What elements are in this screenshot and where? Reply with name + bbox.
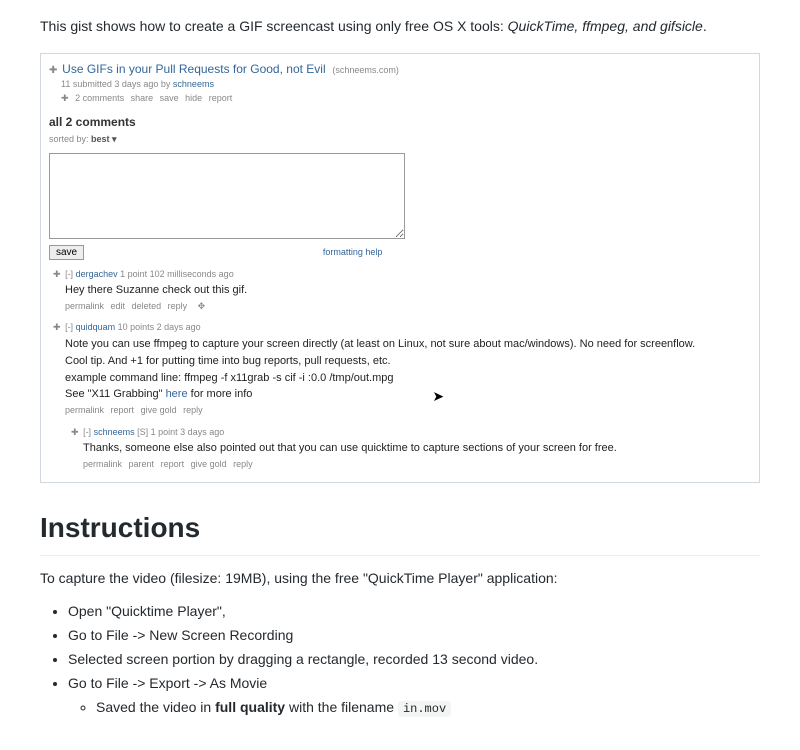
full-quality: full quality [215,699,285,715]
collapse-toggle[interactable]: [-] [83,427,91,437]
vote-icon[interactable]: ✚ [71,427,79,437]
comment-actions: permalink report give gold reply [65,404,751,418]
comment-body: See "X11 Grabbing" here for more info ➤ [65,387,751,402]
reddit-screenshot: ✚ Use GIFs in your Pull Requests for Goo… [40,53,760,483]
comment-3: ✚ [-] schneems [S] 1 point 3 days ago Th… [67,426,751,472]
action-report[interactable]: report [209,93,233,103]
action-hide[interactable]: hide [185,93,202,103]
post-title-link[interactable]: Use GIFs in your Pull Requests for Good,… [62,62,325,76]
intro-pre: This gist shows how to create a GIF scre… [40,18,508,34]
intro-tools: QuickTime, ffmpeg, and gifsicle [508,18,703,34]
act-edit[interactable]: edit [111,301,126,311]
act-permalink[interactable]: permalink [65,405,104,415]
post-title-row: ✚ Use GIFs in your Pull Requests for Goo… [49,60,751,78]
post-author[interactable]: schneems [173,79,214,89]
all-comments-header: all 2 comments [49,113,751,131]
instructions-heading: Instructions [40,507,760,556]
comment-body: Note you can use ffmpeg to capture your … [65,337,751,352]
list-item: Go to File -> New Screen Recording [68,625,760,646]
act-give-gold[interactable]: give gold [191,459,227,469]
vote-icon[interactable]: ✚ [53,322,61,332]
comment-1: ✚ [-] dergachev 1 point 102 milliseconds… [49,268,751,314]
comment-meta: 10 points 2 days ago [118,322,201,332]
comment-user[interactable]: quidquam [76,322,116,332]
list-item: Go to File -> Export -> As Movie Saved t… [68,673,760,718]
comment-body: Cool tip. And +1 for putting time into b… [65,354,751,369]
comment-textarea[interactable] [49,153,405,239]
list-item: Saved the video in full quality with the… [96,697,760,718]
comment-user[interactable]: dergachev [76,269,118,279]
act-permalink[interactable]: permalink [83,459,122,469]
action-comments[interactable]: 2 comments [75,93,124,103]
act-reply[interactable]: reply [168,301,188,311]
comment-body: Thanks, someone else also pointed out th… [83,441,751,456]
act-report[interactable]: report [111,405,135,415]
action-save[interactable]: save [160,93,179,103]
intro-post: . [703,18,707,34]
filename-code: in.mov [398,701,451,717]
comment-2: ✚ [-] quidquam 10 points 2 days ago Note… [49,321,751,471]
mouse-cursor-icon: ➤ [432,387,444,406]
post-score: 11 [61,79,70,89]
intro-text: This gist shows how to create a GIF scre… [40,16,760,37]
collapse-toggle[interactable]: [-] [65,269,73,279]
collapse-toggle[interactable]: [-] [65,322,73,332]
expand-icon: ✚ [49,65,57,76]
act-permalink[interactable]: permalink [65,301,104,311]
instructions-intro: To capture the video (filesize: 19MB), u… [40,568,760,589]
comment-body: Hey there Suzanne check out this gif. [65,283,751,298]
act-give-gold[interactable]: give gold [141,405,177,415]
sort-mode[interactable]: best ▾ [91,134,117,144]
comment-meta: 1 point 3 days ago [151,427,225,437]
comment-meta: 1 point 102 milliseconds ago [120,269,234,279]
formatting-help-link[interactable]: formatting help [323,247,383,257]
submitter-badge: [S] [137,427,148,437]
act-report[interactable]: report [161,459,185,469]
action-share[interactable]: share [131,93,154,103]
post-domain: (schneems.com) [332,65,399,75]
comment-body: example command line: ffmpeg -f x11grab … [65,371,751,386]
act-parent[interactable]: parent [129,459,155,469]
cursor-icon: ✥ [198,301,206,311]
save-button[interactable]: save [49,245,84,260]
comment-actions: permalink edit deleted reply ✥ [65,300,751,314]
comment-user[interactable]: schneems [94,427,135,437]
here-link[interactable]: here [166,388,188,400]
vote-icon[interactable]: ✚ [53,269,61,279]
list-item: Open "Quicktime Player", [68,601,760,622]
list-item: Selected screen portion by dragging a re… [68,649,760,670]
post-actions: ✚ 2 comments share save hide report [61,92,751,106]
act-deleted[interactable]: deleted [132,301,162,311]
act-reply[interactable]: reply [233,459,253,469]
instructions-list: Open "Quicktime Player", Go to File -> N… [40,601,760,718]
expand-icon: ✚ [61,93,69,103]
sort-row: sorted by: best ▾ [49,133,751,147]
comment-actions: permalink parent report give gold reply [83,458,751,472]
post-submitted: 11 submitted 3 days ago by schneems [61,78,751,92]
act-reply[interactable]: reply [183,405,203,415]
